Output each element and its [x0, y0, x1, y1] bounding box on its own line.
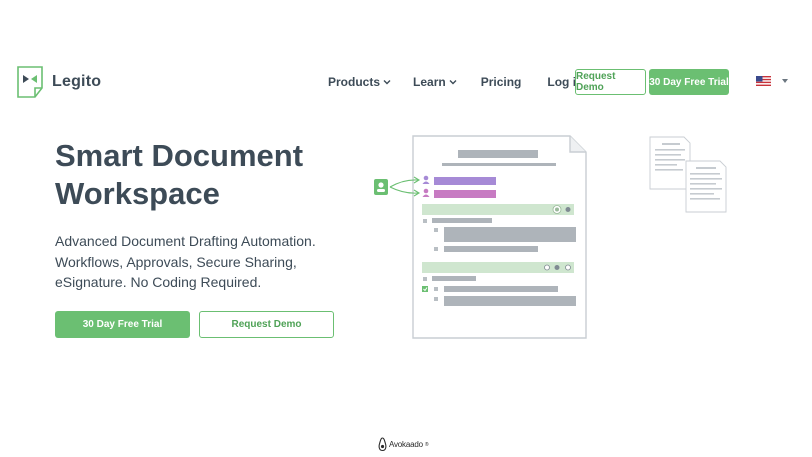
partner-logo[interactable]: Avokaado ®	[378, 437, 429, 452]
logo[interactable]: Legito	[17, 66, 101, 98]
title-line: Smart Document	[55, 138, 304, 173]
subtitle-line: eSignature. No Coding Required.	[55, 274, 262, 290]
nav-item-label: Learn	[413, 75, 446, 89]
avocado-icon	[378, 437, 387, 452]
documents-stack-icon	[649, 136, 727, 213]
chevron-down-icon	[449, 80, 457, 85]
hero-subtitle: Advanced Document Drafting Automation. W…	[55, 231, 345, 293]
brand-name: Legito	[52, 73, 102, 90]
main-nav: Products Learn Pricing Log in	[328, 69, 583, 95]
hero-request-demo-button[interactable]: Request Demo	[199, 311, 334, 338]
title-line: Workspace	[55, 176, 220, 211]
document-illustration	[374, 135, 587, 339]
nav-item-label: Pricing	[480, 75, 522, 89]
nav-item-pricing[interactable]: Pricing	[481, 69, 522, 95]
request-demo-button[interactable]: Request Demo	[575, 69, 646, 95]
language-selector[interactable]	[756, 76, 788, 86]
subtitle-line: Advanced Document Drafting Automation.	[55, 233, 316, 249]
nav-item-products[interactable]: Products	[328, 69, 391, 95]
chevron-down-icon	[383, 80, 391, 85]
nav-item-learn[interactable]: Learn	[413, 69, 457, 95]
subtitle-line: Workflows, Approvals, Secure Sharing,	[55, 253, 297, 270]
chevron-down-icon	[782, 79, 788, 83]
nav-item-label: Products	[328, 75, 381, 89]
partner-name: Avokaado	[389, 440, 423, 449]
legito-logo-icon	[17, 66, 43, 98]
partner-mark: ®	[424, 441, 429, 448]
hero-free-trial-button[interactable]: 30 Day Free Trial	[55, 311, 190, 338]
page-title: Smart Document Workspace	[55, 137, 355, 213]
free-trial-button[interactable]: 30 Day Free Trial	[649, 69, 729, 95]
us-flag-icon	[756, 76, 771, 86]
